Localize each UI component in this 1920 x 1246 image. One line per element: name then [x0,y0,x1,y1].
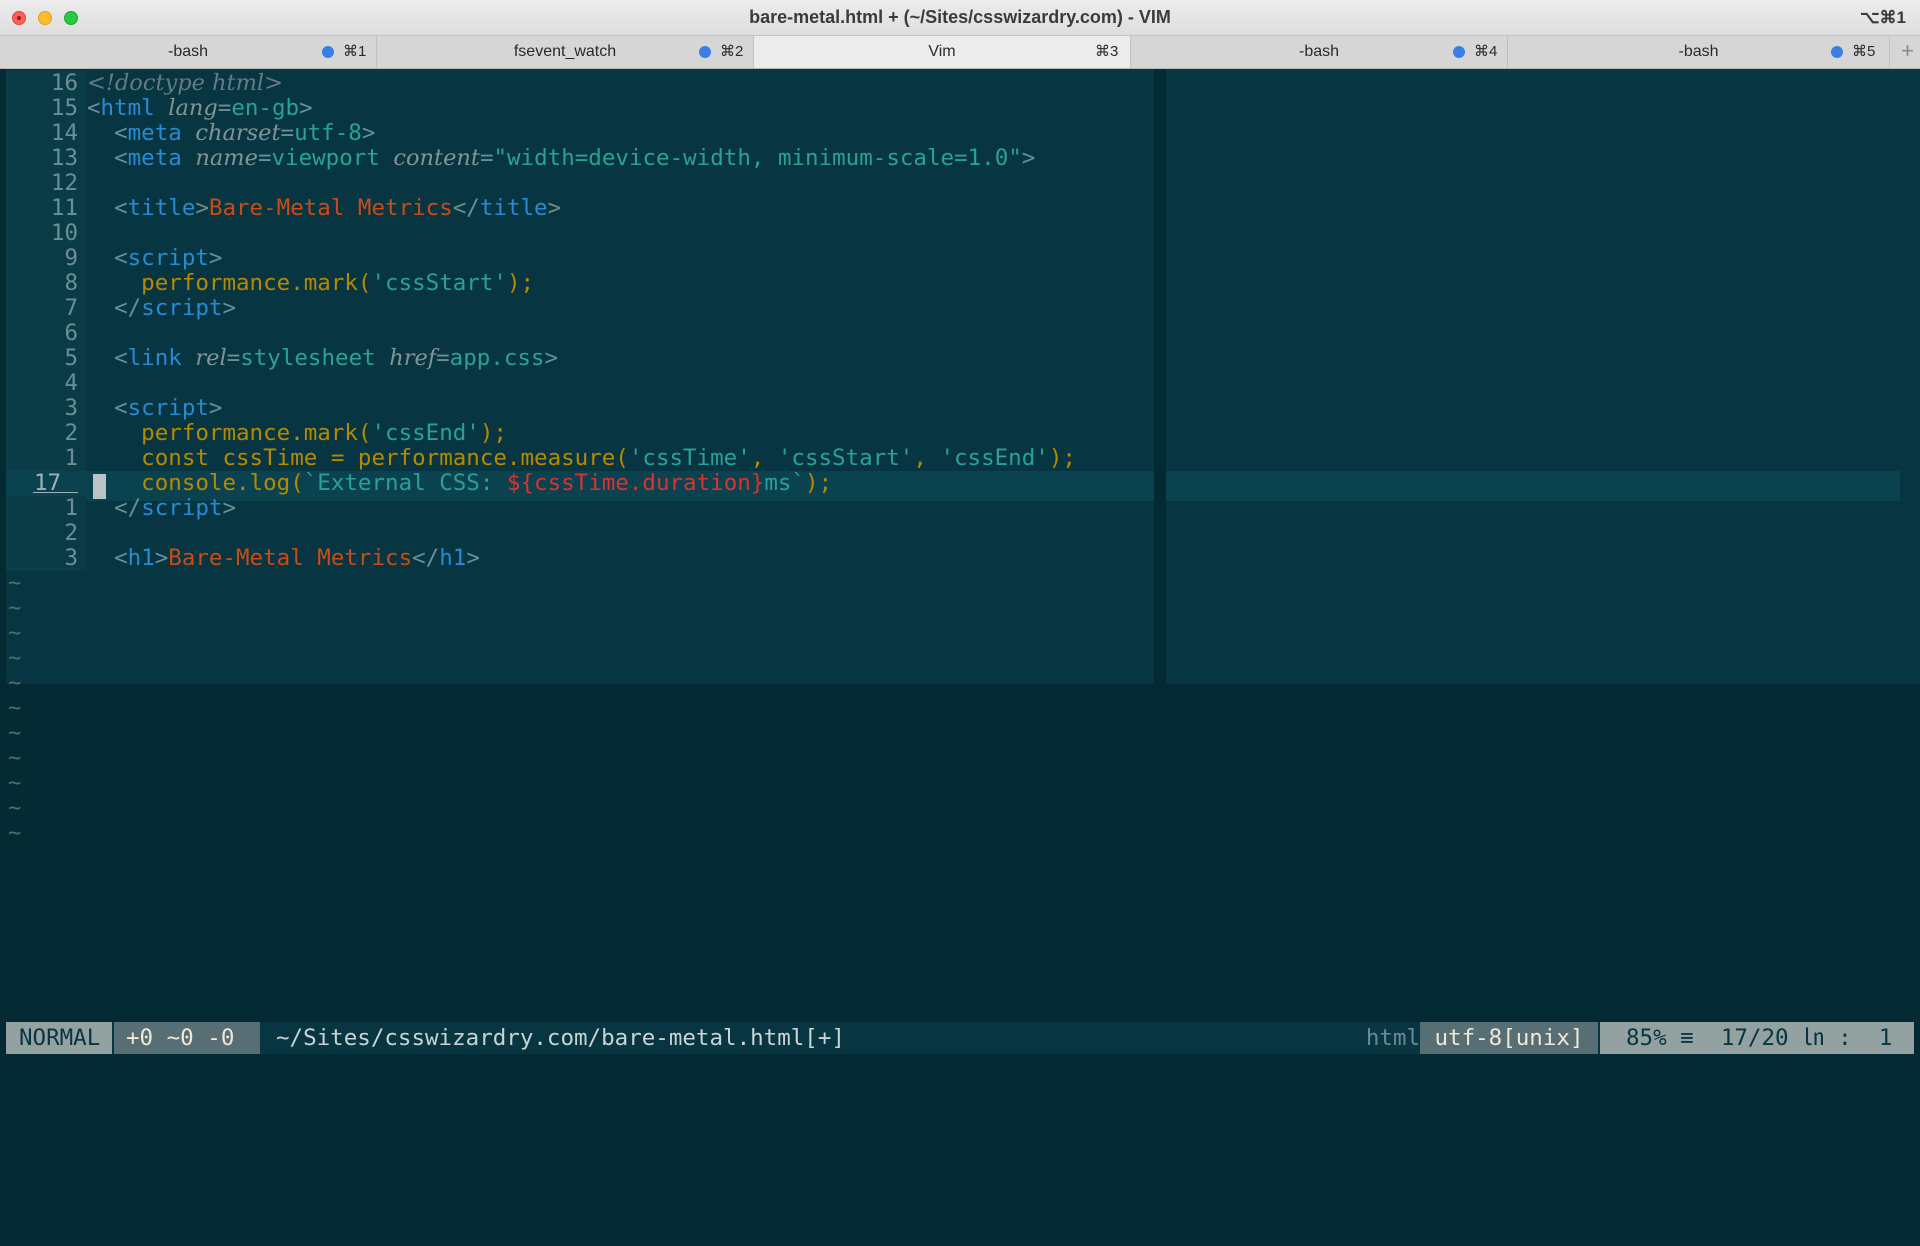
empty-line-marker: ~ [8,771,22,796]
tab-label: -bash [167,43,209,60]
line-number: 9 [6,246,86,271]
line-number: 1 [6,496,86,521]
activity-dot-icon [1831,46,1843,58]
mode-indicator: NORMAL [6,1022,112,1054]
tab-label: fsevent_watch [513,43,617,60]
tab-shortcut: ⌘3 [1095,43,1119,60]
new-tab-button[interactable]: + [1901,36,1914,68]
tab-shortcut: ⌘5 [1852,43,1876,60]
empty-line-marker: ~ [8,646,22,671]
code-text: <!doctype html> [87,70,283,96]
code-text: <script> [87,245,223,271]
tab-fsevent-watch[interactable]: fsevent_watch ⌘2 [377,36,754,68]
empty-line-marker: ~ [8,696,22,721]
empty-line-marker: ~ [8,596,22,621]
empty-line-marker: ~ [8,621,22,646]
vim-statusline: NORMAL +0 ~0 -0 ~/Sites/csswizardry.com/… [6,1022,1914,1054]
line-number: 15 [6,96,86,121]
file-path: ~/Sites/csswizardry.com/bare-metal.html[… [276,1025,845,1051]
tab-vim[interactable]: Vim ⌘3 [754,36,1131,68]
window-shortcut: ⌥⌘1 [1859,8,1906,27]
code-text: const cssTime = performance.measure('css… [87,445,1076,471]
code-text: <meta charset=utf-8> [87,120,376,146]
window-title: bare-metal.html + (~/Sites/csswizardry.c… [749,7,1171,27]
line-number: 12 [6,171,86,196]
code-text: console.log(`External CSS: ${cssTime.dur… [87,470,833,496]
vertical-split-divider[interactable] [1154,69,1166,684]
empty-line-marker: ~ [8,796,22,821]
editor-pane-right[interactable] [1166,69,1920,684]
vim-editor[interactable]: 16 <!doctype html> 15 <html lang=en-gb> 14 <… [0,69,1920,1015]
code-text: <script> [87,395,223,421]
tab-label: Vim [928,43,956,60]
git-diff-summary: +0 ~0 -0 [114,1022,260,1054]
line-number: 10 [6,221,86,246]
tab-bash-4[interactable]: -bash ⌘4 [1131,36,1508,68]
code-text: performance.mark('cssStart'); [87,270,535,296]
line-number: 4 [6,371,86,396]
code-text: performance.mark('cssEnd'); [87,420,507,446]
line-number: 8 [6,271,86,296]
cursorline-highlight [1166,471,1900,501]
code-text: </script> [87,495,237,521]
line-number: 3 [6,546,86,571]
code-text: </script> [87,295,237,321]
activity-dot-icon [1453,46,1465,58]
code-text: <meta name=viewport content="width=devic… [87,145,1036,171]
line-number: 6 [6,321,86,346]
current-code-line[interactable]: 17 console.log(`External CSS: ${cssTime.… [6,470,1900,501]
tab-bash-1[interactable]: -bash ⌘1 [0,36,377,68]
code-text: <link rel=stylesheet href=app.css> [87,345,559,371]
line-number: 5 [6,346,86,371]
tab-label: -bash [1298,43,1340,60]
empty-line-marker: ~ [8,821,22,846]
activity-dot-icon [699,46,711,58]
line-number: 16 [6,71,86,96]
code-text: <title>Bare-Metal Metrics</title> [87,195,562,221]
line-number: 1 [6,446,86,471]
line-number: 13 [6,146,86,171]
empty-line-marker: ~ [8,671,22,696]
line-number: 7 [6,296,86,321]
cursor-position: 85% ≡ 17/20 ㏑ : 1 [1600,1022,1914,1054]
empty-line-marker: ~ [8,721,22,746]
empty-line-marker: ~ [8,571,22,596]
line-number: 2 [6,521,86,546]
line-number: 3 [6,396,86,421]
tab-bar: -bash ⌘1 fsevent_watch ⌘2 Vim ⌘3 -bash ⌘… [0,36,1920,69]
code-text: <h1>Bare-Metal Metrics</h1> [87,545,480,571]
empty-line-marker: ~ [8,746,22,771]
activity-dot-icon [322,46,334,58]
line-number: 11 [6,196,86,221]
tab-shortcut: ⌘1 [343,43,367,60]
tab-bash-5[interactable]: -bash ⌘5 [1508,36,1890,68]
encoding-indicator: utf-8[unix] [1420,1022,1598,1054]
code-text: <html lang=en-gb> [87,95,313,121]
line-number: 14 [6,121,86,146]
title-bar: bare-metal.html + (~/Sites/csswizardry.c… [0,0,1920,36]
tab-shortcut: ⌘4 [1474,43,1498,60]
line-number: 2 [6,421,86,446]
line-number: 17 [6,471,86,496]
tab-shortcut: ⌘2 [720,43,744,60]
filetype-indicator: html [1365,1025,1420,1051]
